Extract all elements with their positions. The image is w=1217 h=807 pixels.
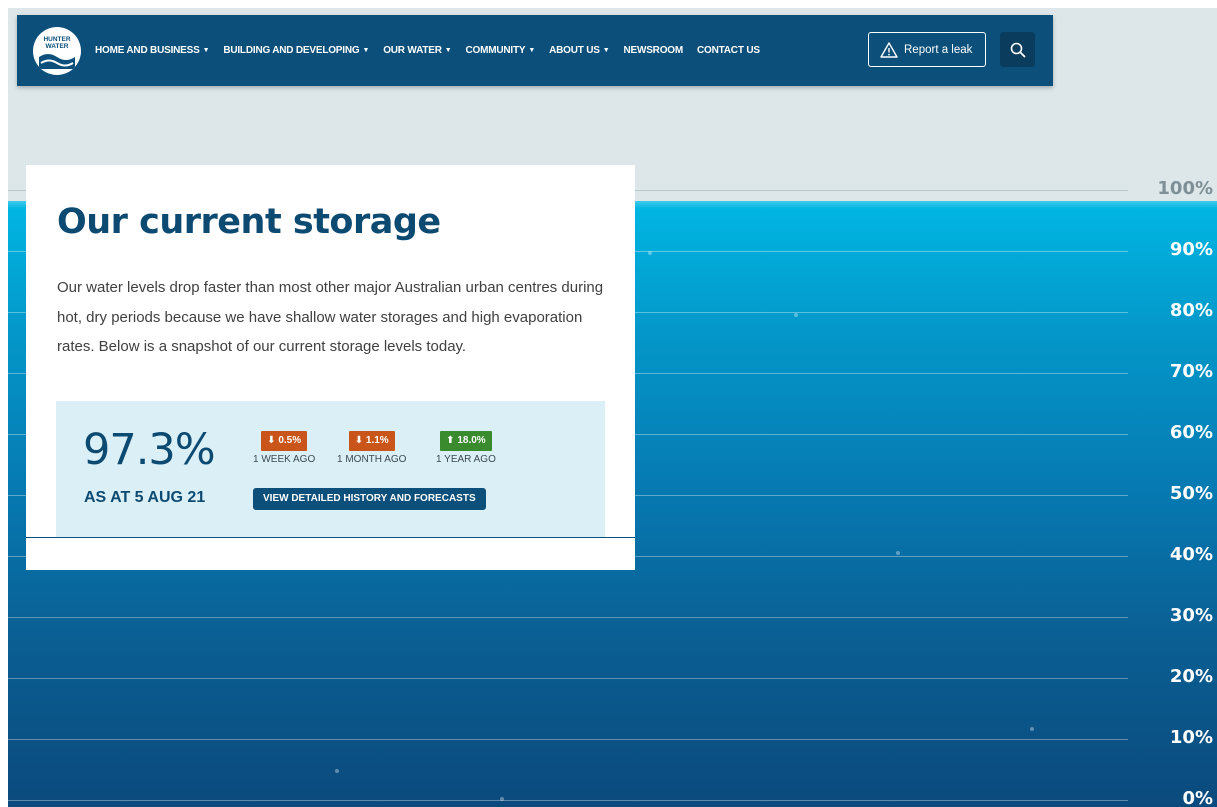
nav-item-label: NEWSROOM bbox=[623, 45, 683, 56]
nav-item-label: COMMUNITY bbox=[465, 45, 526, 56]
logo-text: WATER bbox=[45, 42, 69, 50]
scale-label: 60% bbox=[1169, 422, 1213, 443]
view-history-button[interactable]: VIEW DETAILED HISTORY AND FORECASTS bbox=[253, 488, 486, 510]
change-label: 1 MONTH AGO bbox=[337, 454, 407, 465]
scale-gridline bbox=[8, 739, 1128, 740]
scale-label: 20% bbox=[1169, 666, 1213, 687]
chevron-down-icon: ▼ bbox=[444, 47, 452, 54]
nav-item-label: CONTACT US bbox=[697, 45, 760, 56]
scale-label: 90% bbox=[1169, 239, 1213, 260]
scale-label: 80% bbox=[1169, 300, 1213, 321]
nav-item-label: ABOUT US bbox=[549, 45, 600, 56]
scale-gridline bbox=[8, 678, 1128, 679]
scale-label: 70% bbox=[1169, 361, 1213, 382]
report-leak-button[interactable]: Report a leak bbox=[868, 32, 986, 67]
nav-item-building-and-developing[interactable]: BUILDING AND DEVELOPING ▼ bbox=[223, 45, 369, 56]
nav-item-our-water[interactable]: OUR WATER ▼ bbox=[383, 45, 452, 56]
storage-level-value: 97.3% bbox=[83, 425, 216, 475]
arrow-down-icon: ⬇ bbox=[267, 435, 276, 446]
as-at-date: AS AT 5 AUG 21 bbox=[84, 489, 206, 506]
nav-item-label: BUILDING AND DEVELOPING bbox=[223, 45, 360, 56]
storage-visualisation: 100% 90% 80% 70% 60% 50% 40% 30% 20% 10% 0% HUNTER… bbox=[8, 8, 1217, 807]
change-label: 1 YEAR AGO bbox=[436, 454, 496, 465]
arrow-up-icon: ⬆ bbox=[446, 435, 455, 446]
change-badge: ⬇ 1.1% bbox=[348, 431, 395, 451]
divider bbox=[26, 537, 635, 538]
storage-description: Our water levels drop faster than most o… bbox=[57, 279, 604, 355]
change-week: ⬇ 0.5% 1 WEEK AGO bbox=[253, 430, 315, 465]
wave-icon bbox=[39, 53, 75, 69]
hunter-water-logo[interactable]: HUNTER WATER bbox=[33, 26, 81, 75]
nav-item-label: OUR WATER bbox=[383, 45, 442, 56]
search-button[interactable] bbox=[1000, 32, 1035, 67]
scale-label: 40% bbox=[1169, 544, 1213, 565]
change-badge: ⬇ 0.5% bbox=[261, 431, 308, 451]
nav-item-contact-us[interactable]: CONTACT US bbox=[697, 45, 760, 56]
nav-item-community[interactable]: COMMUNITY ▼ bbox=[466, 45, 536, 56]
change-badge: ⬆ 18.0% bbox=[440, 431, 492, 451]
logo-text: HUNTER bbox=[43, 35, 71, 43]
scale-gridline bbox=[8, 617, 1128, 618]
page-title: Our current storage bbox=[57, 202, 441, 242]
search-icon bbox=[1010, 42, 1025, 57]
report-leak-label: Report a leak bbox=[904, 43, 973, 56]
storage-stats-panel: 97.3% AS AT 5 AUG 21 ⬇ 0.5% 1 WEEK AGO ⬇… bbox=[56, 401, 605, 537]
bubble bbox=[896, 551, 900, 555]
bubble bbox=[335, 769, 339, 773]
scale-label: 100% bbox=[1157, 178, 1213, 199]
scale-label: 0% bbox=[1182, 788, 1213, 807]
nav-item-home-and-business[interactable]: HOME AND BUSINESS ▼ bbox=[95, 45, 210, 56]
site-header: HUNTER WATER HOME AND BUSINESS ▼ BUILDING … bbox=[17, 15, 1053, 86]
chevron-down-icon: ▼ bbox=[202, 47, 210, 54]
scale-gridline bbox=[8, 800, 1128, 801]
chevron-down-icon: ▼ bbox=[528, 47, 536, 54]
main-nav: HOME AND BUSINESS ▼ BUILDING AND DEVELOPIN… bbox=[95, 45, 774, 56]
change-year: ⬆ 18.0% 1 YEAR AGO bbox=[436, 430, 496, 465]
nav-item-about-us[interactable]: ABOUT US ▼ bbox=[549, 45, 610, 56]
bubble bbox=[794, 313, 798, 317]
scale-label: 10% bbox=[1169, 727, 1213, 748]
chevron-down-icon: ▼ bbox=[362, 47, 370, 54]
change-value: 18.0% bbox=[457, 435, 486, 446]
change-month: ⬇ 1.1% 1 MONTH AGO bbox=[337, 430, 406, 465]
chevron-down-icon: ▼ bbox=[602, 47, 610, 54]
scale-label: 30% bbox=[1169, 605, 1213, 626]
warning-triangle-icon bbox=[880, 41, 898, 58]
nav-item-label: HOME AND BUSINESS bbox=[95, 45, 200, 56]
storage-card: Our current storage Our water levels dro… bbox=[26, 165, 635, 570]
bubble bbox=[1030, 727, 1034, 731]
change-value: 0.5% bbox=[278, 435, 302, 446]
change-value: 1.1% bbox=[365, 435, 389, 446]
change-label: 1 WEEK AGO bbox=[253, 454, 316, 465]
arrow-down-icon: ⬇ bbox=[354, 435, 364, 446]
scale-label: 50% bbox=[1169, 483, 1213, 504]
nav-item-newsroom[interactable]: NEWSROOM bbox=[623, 45, 683, 56]
